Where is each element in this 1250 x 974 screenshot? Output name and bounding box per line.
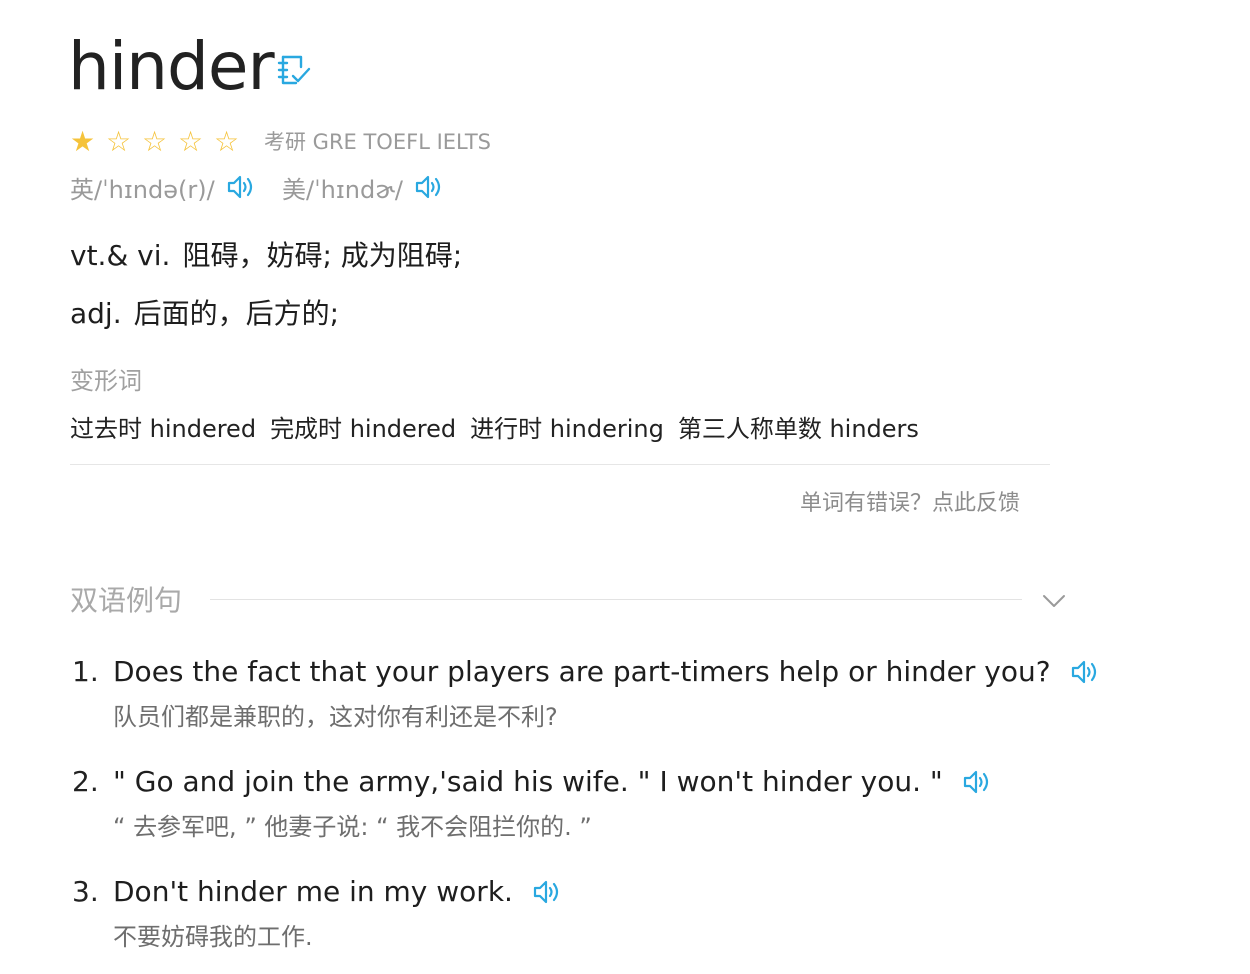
example-english: Does the fact that your players are part… — [113, 653, 1101, 691]
word-form-past: 过去时 hindered — [70, 415, 257, 443]
example-english: Don't hinder me in my work. — [113, 873, 563, 911]
phonetic-uk: 英/ˈhɪndə(r)/ — [70, 170, 257, 204]
part-of-speech: adj. — [70, 297, 122, 330]
phonetic-us-text: 美/ˈhɪndɚ/ — [282, 175, 404, 204]
report-error-link[interactable]: 单词有错误？点此反馈 — [800, 488, 1020, 520]
part-of-speech: vt.& vi. — [70, 239, 171, 272]
example-english-text: Does the fact that your players are part… — [113, 655, 1051, 688]
phonetic-uk-text: 英/ˈhɪndə(r)/ — [70, 175, 215, 204]
star-filled-icon: ★ — [70, 125, 96, 158]
word-form-perfect: 完成时 hindered — [270, 415, 457, 443]
star-outline-icon: ☆ — [214, 125, 240, 158]
star-outline-icon: ☆ — [106, 125, 132, 158]
speaker-icon[interactable] — [961, 766, 993, 798]
example-chinese: 不要妨碍我的工作. — [113, 923, 313, 951]
word-forms: 过去时 hindered 完成时 hindered 进行时 hindering 第三人… — [70, 412, 933, 446]
notebook-check-icon[interactable] — [276, 52, 312, 88]
star-outline-icon: ☆ — [178, 125, 204, 158]
star-outline-icon: ☆ — [142, 125, 168, 158]
speaker-icon[interactable] — [1069, 656, 1101, 688]
exam-tags: 考研 GRE TOEFL IELTS — [264, 130, 491, 154]
example-english-text: " Go and join the army,'said his wife. "… — [113, 765, 943, 798]
definition-text: 后面的，后方的; — [133, 297, 340, 330]
examples-section-title: 双语例句 — [70, 584, 183, 617]
headword: hinder — [68, 28, 275, 105]
definition-row: vt.& vi. 阻碍，妨碍; 成为阻碍; — [70, 236, 462, 276]
frequency-stars: ★ ☆ ☆ ☆ ☆ — [70, 126, 250, 158]
definition-text: 阻碍，妨碍; 成为阻碍; — [182, 239, 463, 272]
word-form-progressive: 进行时 hindering — [470, 415, 664, 443]
example-chinese: 队员们都是兼职的，这对你有利还是不利? — [113, 703, 558, 731]
example-number: 1. — [72, 655, 99, 688]
section-divider — [210, 599, 1022, 600]
definition-row: adj. 后面的，后方的; — [70, 294, 339, 334]
chevron-down-icon[interactable] — [1040, 587, 1068, 615]
word-forms-title: 变形词 — [70, 367, 142, 395]
example-chinese: “ 去参军吧, ” 他妻子说: “ 我不会阻拦你的. ” — [113, 813, 592, 841]
example-english: " Go and join the army,'said his wife. "… — [113, 763, 993, 801]
example-number: 2. — [72, 765, 99, 798]
speaker-icon[interactable] — [225, 171, 257, 203]
example-number: 3. — [72, 875, 99, 908]
example-english-text: Don't hinder me in my work. — [113, 875, 513, 908]
speaker-icon[interactable] — [413, 171, 445, 203]
speaker-icon[interactable] — [531, 876, 563, 908]
word-form-third-person: 第三人称单数 hinders — [677, 415, 919, 443]
divider — [70, 464, 1050, 465]
phonetic-us: 美/ˈhɪndɚ/ — [282, 170, 445, 204]
